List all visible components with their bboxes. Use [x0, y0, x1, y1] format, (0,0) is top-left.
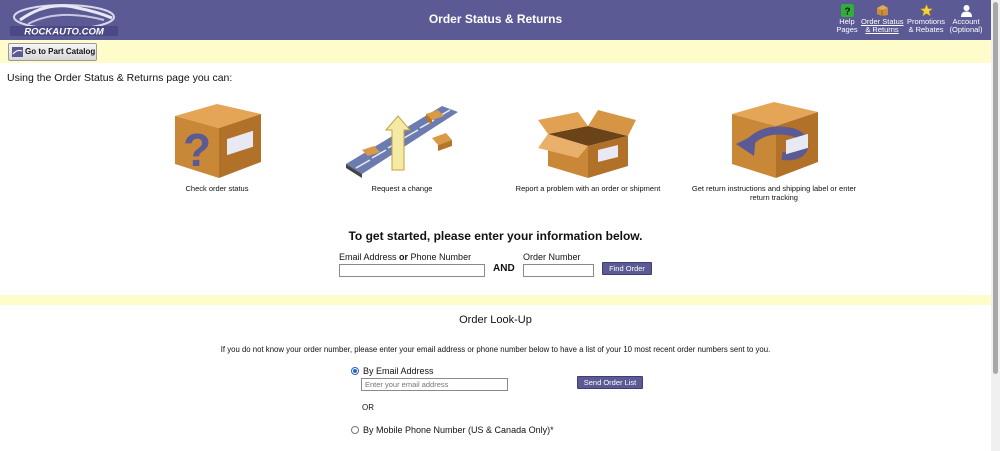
nav-promotions[interactable]: Promotions & Rebates: [906, 4, 946, 34]
nav-account-label: Account (Optional): [949, 17, 983, 34]
by-email-radio[interactable]: [351, 367, 359, 375]
get-started-heading: To get started, please enter your inform…: [348, 229, 643, 243]
help-icon: ?: [840, 4, 854, 18]
scrollbar-thumb[interactable]: [993, 2, 998, 374]
feature-caption: Get return instructions and shipping lab…: [691, 184, 857, 202]
svg-text:?: ?: [183, 124, 211, 176]
go-to-part-catalog-button[interactable]: Go to Part Catalog: [8, 43, 97, 61]
feature-check-order-status[interactable]: ? Check order status: [166, 98, 268, 193]
email-phone-input[interactable]: [339, 264, 485, 277]
nav-order-status[interactable]: Order Status & Returns: [861, 4, 904, 34]
order-lookup-description: If you do not know your order number, pl…: [220, 345, 771, 354]
logo-text: ROCKAUTO.COM: [24, 27, 105, 38]
catalog-button-label: Go to Part Catalog: [25, 47, 96, 56]
by-email-label: By Email Address: [363, 366, 434, 376]
or-label: OR: [362, 403, 374, 412]
catalog-bar: Go to Part Catalog: [0, 40, 991, 63]
lookup-email-input[interactable]: [361, 378, 508, 391]
vertical-scrollbar[interactable]: [991, 0, 1000, 451]
star-icon: [919, 4, 933, 17]
intro-text: Using the Order Status & Returns page yo…: [7, 72, 233, 84]
nav-order-status-label: Order Status & Returns: [861, 17, 904, 34]
catalog-logo-icon: [12, 47, 23, 57]
feature-caption: Check order status: [185, 184, 249, 193]
header-bar: ROCKAUTO.COM Order Status & Returns ? He…: [0, 0, 991, 40]
user-icon: [960, 5, 972, 17]
return-box-icon: [732, 102, 818, 178]
find-order-button[interactable]: Find Order: [602, 262, 652, 275]
nav-help-label: Help Pages: [836, 17, 858, 34]
by-phone-radio[interactable]: [351, 426, 359, 434]
feature-caption: Request a change: [371, 184, 433, 193]
email-label-part: Email Address: [339, 252, 400, 262]
feature-report-problem[interactable]: Report a problem with an order or shipme…: [506, 98, 670, 193]
nav-promotions-label: Promotions & Rebates: [907, 17, 945, 34]
email-phone-label: Email Address or Phone Number: [339, 252, 471, 262]
page: ROCKAUTO.COM Order Status & Returns ? He…: [0, 0, 1000, 451]
or-word: or: [399, 252, 409, 262]
and-label: AND: [493, 263, 515, 274]
feature-return-instructions[interactable]: Get return instructions and shipping lab…: [686, 98, 862, 202]
svg-text:?: ?: [844, 7, 850, 18]
nav-account[interactable]: Account (Optional): [948, 4, 984, 34]
question-box-icon: ?: [175, 104, 261, 178]
order-number-label: Order Number: [523, 252, 581, 262]
order-number-input[interactable]: [523, 264, 594, 277]
nav-help-pages[interactable]: ? Help Pages: [836, 4, 858, 34]
feature-request-change[interactable]: Request a change: [338, 98, 466, 193]
conveyor-arrow-icon: [346, 106, 458, 178]
send-order-list-button[interactable]: Send Order List: [577, 376, 643, 389]
by-phone-label: By Mobile Phone Number (US & Canada Only…: [363, 425, 554, 435]
section-divider: [0, 295, 991, 305]
phone-label-part: Phone Number: [408, 252, 472, 262]
open-box-icon: [538, 110, 636, 178]
box-icon: [876, 5, 888, 16]
feature-caption: Report a problem with an order or shipme…: [515, 184, 661, 193]
order-lookup-title: Order Look-Up: [459, 314, 532, 326]
